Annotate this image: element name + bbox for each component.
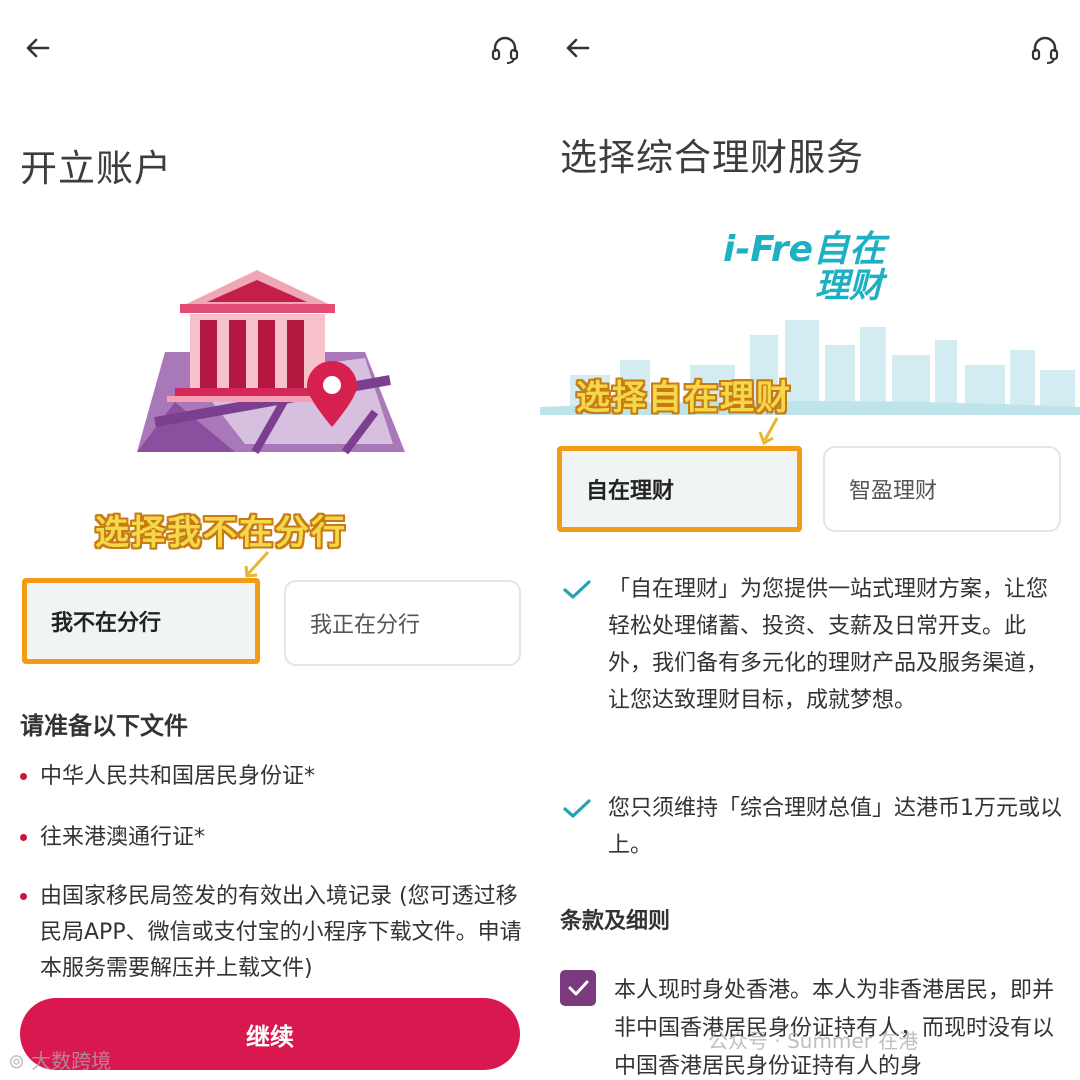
option-smart-wealth[interactable]: 智盈理财 [823, 446, 1061, 532]
doc-text: 由国家移民局签发的有效出入境记录 (您可透过移民局APP、微信或支付宝的小程序下… [40, 884, 522, 981]
headset-icon[interactable] [489, 33, 521, 65]
bullet-icon [20, 773, 27, 780]
bank-map-illustration [137, 270, 405, 455]
annotation-arrow [758, 417, 779, 446]
option-label: 自在理财 [586, 479, 675, 504]
feature-item: 您只须维持「综合理财总值」达港币1万元或以上。 [562, 790, 1062, 864]
logo-line-2: 理财 [815, 266, 883, 306]
feature-text: 「自在理财」为您提供一站式理财方案，让您轻松处理储蓄、投资、支薪及日常开支。此外… [608, 577, 1049, 713]
doc-list-item: 由国家移民局签发的有效出入境记录 (您可透过移民局APP、微信或支付宝的小程序下… [20, 879, 525, 987]
back-arrow-icon[interactable] [562, 32, 594, 64]
option-ifree-wealth[interactable]: 自在理财 [557, 446, 802, 532]
check-icon [563, 580, 591, 599]
annotation-label: 选择我不在分行 [95, 513, 347, 553]
feature-item: 「自在理财」为您提供一站式理财方案，让您轻松处理储蓄、投资、支薪及日常开支。此外… [562, 571, 1062, 719]
docs-section-title: 请准备以下文件 [20, 712, 188, 740]
annotation-arrow [244, 550, 270, 578]
checkmark-icon [568, 980, 589, 996]
doc-list-item: 往来港澳通行证* [20, 820, 525, 856]
wechat-icon: ⊚ [8, 1049, 25, 1073]
doc-text: 往来港澳通行证* [40, 825, 206, 850]
option-label: 智盈理财 [849, 479, 938, 504]
annotation-label: 选择自在理财 [576, 378, 792, 418]
ifree-logo: i-Fre自在 理财 [723, 220, 903, 306]
option-not-at-branch[interactable]: 我不在分行 [22, 578, 260, 664]
headset-icon[interactable] [1029, 33, 1061, 65]
watermark-bottom-right: 公众号 · Summer 在港 [708, 1029, 919, 1053]
watermark-bottom-left: ⊚ 大数跨境 [8, 1049, 112, 1073]
wealth-service-screen: 选择综合理财服务 i-Fre自在 理财 选择自在理财 自在理财 智盈理财 「自在… [540, 0, 1080, 1080]
option-at-branch[interactable]: 我正在分行 [284, 580, 521, 666]
back-arrow-icon[interactable] [22, 32, 54, 64]
terms-checkbox[interactable] [560, 970, 596, 1006]
terms-section-title: 条款及细则 [560, 909, 671, 934]
option-label: 我正在分行 [310, 613, 421, 638]
check-icon [563, 799, 591, 818]
bullet-icon [20, 893, 27, 900]
page-title: 开立账户 [20, 147, 172, 190]
open-account-screen: 开立账户 选择我不在分行 我不在分行 我正在分行 请准备以下文件 中华人民共和国… [0, 0, 540, 1080]
option-label: 我不在分行 [51, 611, 162, 636]
page-title: 选择综合理财服务 [560, 136, 864, 179]
feature-text: 您只须维持「综合理财总值」达港币1万元或以上。 [608, 796, 1062, 858]
doc-list-item: 中华人民共和国居民身份证* [20, 759, 525, 795]
doc-text: 中华人民共和国居民身份证* [40, 764, 316, 789]
bullet-icon [20, 834, 27, 841]
